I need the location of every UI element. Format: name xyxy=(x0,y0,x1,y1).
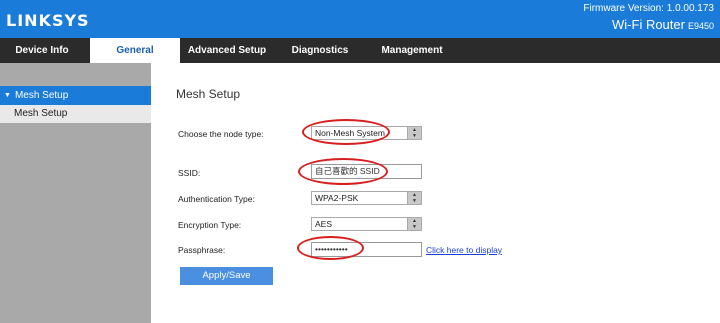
updown-arrows-icon: ▲ ▼ xyxy=(407,127,421,139)
model-code: E9450 xyxy=(687,21,714,31)
encryption-type-label: Encryption Type: xyxy=(178,220,242,230)
main-nav: Device Info General Advanced Setup Diagn… xyxy=(0,38,720,63)
product-name: Wi-Fi Router E9450 xyxy=(612,17,714,32)
caret-down-icon: ▼ xyxy=(4,92,11,99)
product-label: Wi-Fi Router xyxy=(612,17,685,32)
ssid-input[interactable]: 自己喜歡的 SSID xyxy=(311,164,422,179)
updown-arrows-icon: ▲ ▼ xyxy=(407,192,421,204)
passphrase-label: Passphrase: xyxy=(178,245,226,255)
display-passphrase-link[interactable]: Click here to display xyxy=(426,245,502,255)
tab-advanced-setup[interactable]: Advanced Setup xyxy=(184,38,270,63)
node-type-select[interactable]: Non-Mesh System ▲ ▼ xyxy=(311,126,422,140)
encryption-type-select[interactable]: AES ▲ ▼ xyxy=(311,217,422,231)
header-bar: LINKSYS Firmware Version: 1.0.00.173 Wi-… xyxy=(0,0,720,38)
node-type-label: Choose the node type: xyxy=(178,129,264,139)
tab-device-info[interactable]: Device Info xyxy=(0,38,84,63)
sidebar-item-mesh-setup[interactable]: Mesh Setup xyxy=(0,105,151,123)
auth-type-value: WPA2-PSK xyxy=(315,193,359,203)
sidebar-section-mesh-setup[interactable]: ▼ Mesh Setup xyxy=(0,86,151,105)
auth-type-select[interactable]: WPA2-PSK ▲ ▼ xyxy=(311,191,422,205)
tab-general[interactable]: General xyxy=(90,38,180,63)
firmware-version: Firmware Version: 1.0.00.173 xyxy=(583,3,714,14)
node-type-value: Non-Mesh System xyxy=(315,128,385,138)
apply-save-button[interactable]: Apply/Save xyxy=(180,267,273,285)
auth-type-label: Authentication Type: xyxy=(178,194,255,204)
tab-management[interactable]: Management xyxy=(370,38,454,63)
ssid-label: SSID: xyxy=(178,168,201,178)
main-panel: Mesh Setup Choose the node type: Non-Mes… xyxy=(151,63,720,323)
sidebar-section-label: Mesh Setup xyxy=(14,90,69,101)
passphrase-input[interactable]: ••••••••••• xyxy=(311,242,422,257)
tab-diagnostics[interactable]: Diagnostics xyxy=(280,38,360,63)
encryption-type-value: AES xyxy=(315,219,333,229)
sidebar: ▼ Mesh Setup Mesh Setup xyxy=(0,63,151,323)
page-title: Mesh Setup xyxy=(176,87,241,101)
updown-arrows-icon: ▲ ▼ xyxy=(407,218,421,230)
linksys-logo: LINKSYS xyxy=(6,11,90,30)
